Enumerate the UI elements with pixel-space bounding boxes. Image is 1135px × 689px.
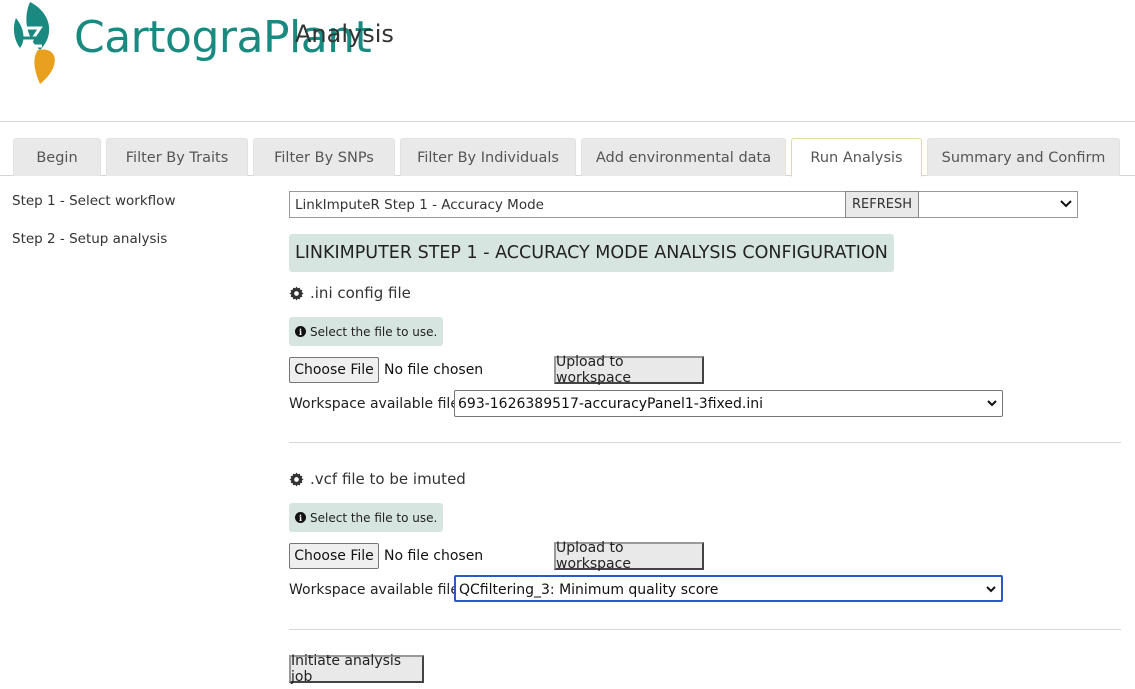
initiate-analysis-button[interactable]: Initiate analysis job (289, 653, 424, 685)
ini-workspace-value: 693-1626389517-accuracyPanel1-3fixed.ini (458, 396, 763, 412)
vcf-workspace-value: QCfiltering_3: Minimum quality score (459, 582, 719, 598)
chevron-down-icon (987, 400, 997, 407)
step-sidebar: Step 1 - Select workflow Step 2 - Setup … (12, 193, 252, 269)
ini-no-file-text: No file chosen (384, 362, 484, 378)
vcf-hint: i Select the file to use. (289, 503, 444, 532)
gear-icon (289, 285, 304, 301)
sidebar-item-select-workflow[interactable]: Step 1 - Select workflow (12, 193, 252, 231)
ini-upload-button[interactable]: Upload to workspace (554, 354, 704, 386)
config-title: LINKIMPUTER STEP 1 - ACCURACY MODE ANALY… (289, 234, 894, 272)
ini-hint: i Select the file to use. (289, 317, 444, 346)
ini-choose-file-button[interactable]: Choose File (289, 357, 379, 383)
vcf-workspace-label: Workspace available files: (289, 582, 471, 598)
ini-workspace-select[interactable]: 693-1626389517-accuracyPanel1-3fixed.ini (454, 390, 1003, 417)
wizard-tabs: Begin Filter By Traits Filter By SNPs Fi… (0, 138, 1135, 177)
tab-filter-by-snps[interactable]: Filter By SNPs (253, 138, 395, 176)
brand-subtitle: Analysis (295, 20, 394, 48)
vcf-section-label: .vcf file to be imuted (310, 470, 466, 488)
workflow-select-value: LinkImputeR Step 1 - Accuracy Mode (295, 197, 544, 213)
vcf-upload-button[interactable]: Upload to workspace (554, 540, 704, 572)
tab-run-analysis[interactable]: Run Analysis (791, 138, 922, 177)
ini-section-label: .ini config file (310, 284, 411, 302)
brand-name-part1: Cartogra (74, 12, 263, 63)
vcf-hint-text: Select the file to use. (310, 510, 438, 525)
ini-hint-text: Select the file to use. (310, 324, 438, 339)
tab-summary-and-confirm[interactable]: Summary and Confirm (927, 138, 1120, 176)
gear-icon (289, 471, 304, 487)
vcf-no-file-text: No file chosen (384, 548, 484, 564)
site-header: CartograPlant Analysis (0, 0, 1135, 122)
refresh-button[interactable]: REFRESH (845, 191, 919, 218)
vcf-workspace-select[interactable]: QCfiltering_3: Minimum quality score (454, 575, 1003, 602)
info-icon: i (295, 512, 306, 523)
tab-add-environmental-data[interactable]: Add environmental data (581, 138, 786, 176)
cartograplant-logo-icon (13, 2, 55, 84)
sidebar-item-setup-analysis[interactable]: Step 2 - Setup analysis (12, 231, 252, 269)
chevron-down-icon (986, 586, 996, 593)
workflow-select[interactable]: LinkImputeR Step 1 - Accuracy Mode REFRE… (289, 191, 1078, 218)
ini-section-heading: .ini config file (289, 284, 411, 302)
info-icon: i (295, 326, 306, 337)
vcf-choose-file-button[interactable]: Choose File (289, 543, 379, 569)
vcf-section-heading: .vcf file to be imuted (289, 470, 466, 488)
section-divider (289, 629, 1121, 630)
ini-workspace-label: Workspace available files: (289, 396, 471, 412)
chevron-down-icon (1060, 200, 1072, 208)
tab-begin[interactable]: Begin (13, 138, 101, 176)
tab-filter-by-individuals[interactable]: Filter By Individuals (400, 138, 576, 176)
section-divider (289, 442, 1121, 443)
tab-filter-by-traits[interactable]: Filter By Traits (106, 138, 248, 176)
